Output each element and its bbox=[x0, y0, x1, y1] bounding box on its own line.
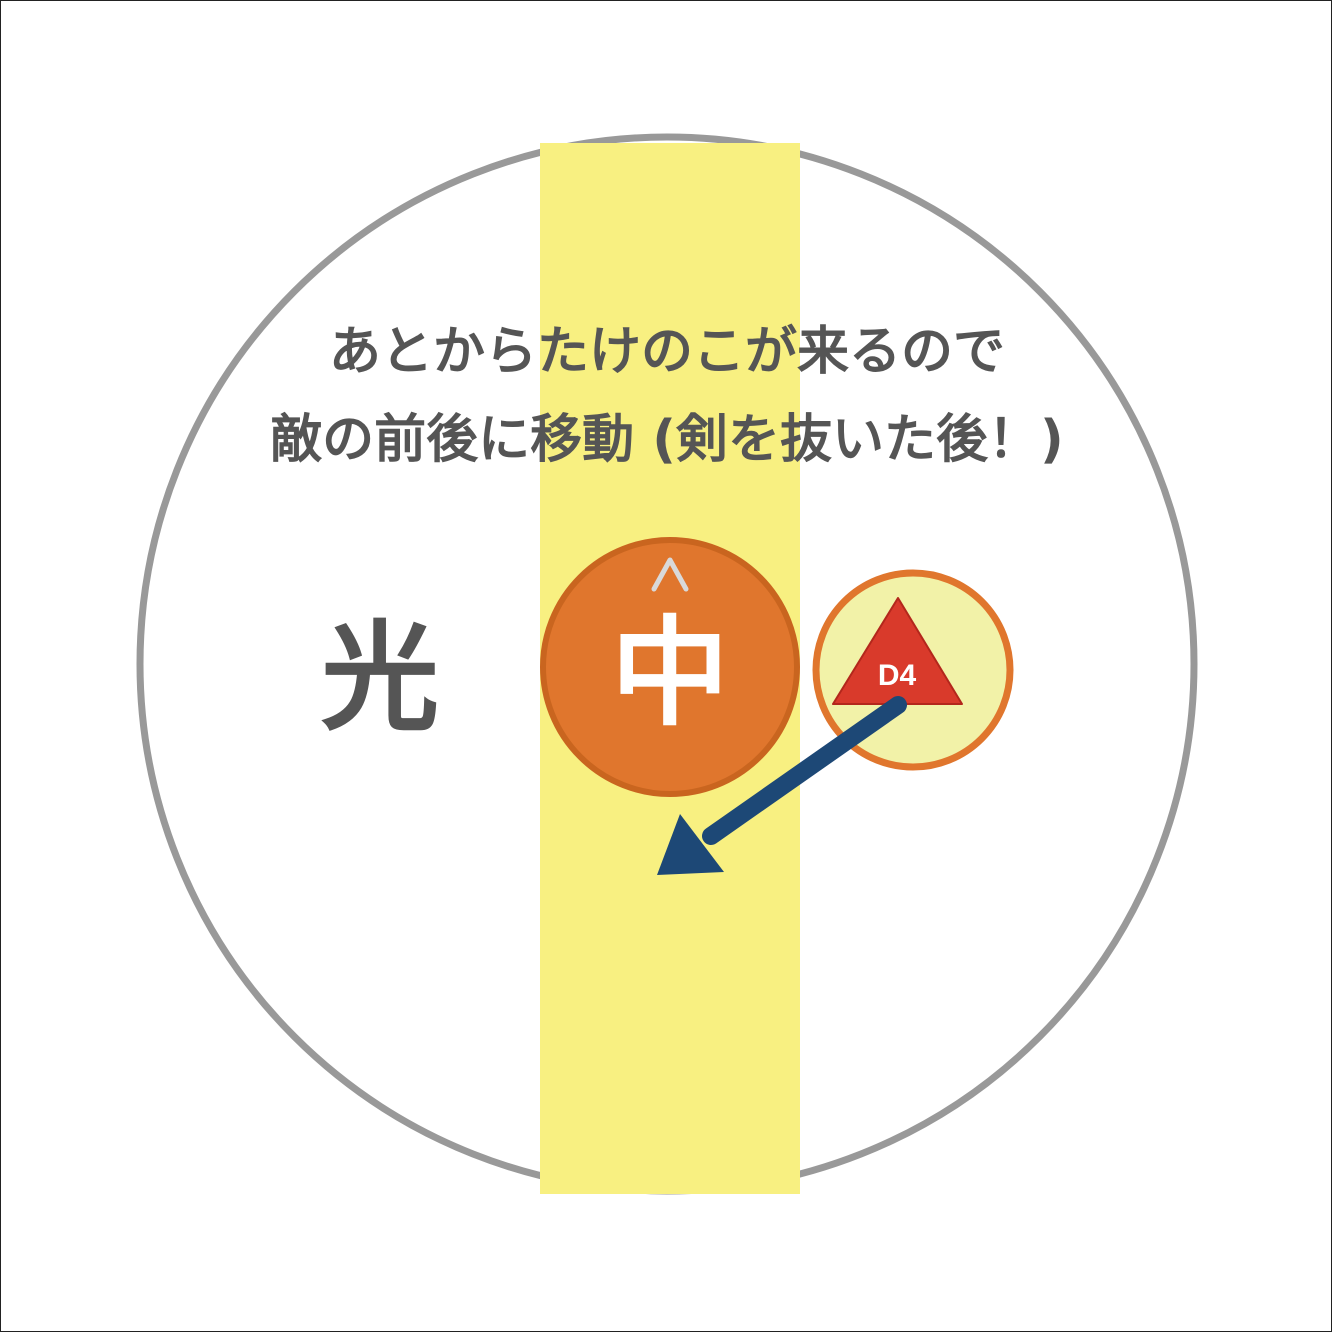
player-label: 中 bbox=[611, 604, 729, 742]
player-circle-icon: 中 bbox=[540, 537, 800, 797]
diagram-canvas: あとからたけのこが来るので 敵の前後に移動 (剣を抜いた後！) 光 中 D4 bbox=[0, 0, 1332, 1332]
instruction-line-2: 敵の前後に移動 (剣を抜いた後！) bbox=[270, 410, 1064, 470]
arena-diagram: あとからたけのこが来るので 敵の前後に移動 (剣を抜いた後！) 光 中 D4 bbox=[136, 133, 1198, 1195]
light-label: 光 bbox=[321, 609, 439, 747]
enemy-label: D4 bbox=[878, 659, 917, 692]
instruction-line-1: あとからたけのこが来るので bbox=[329, 322, 1005, 382]
